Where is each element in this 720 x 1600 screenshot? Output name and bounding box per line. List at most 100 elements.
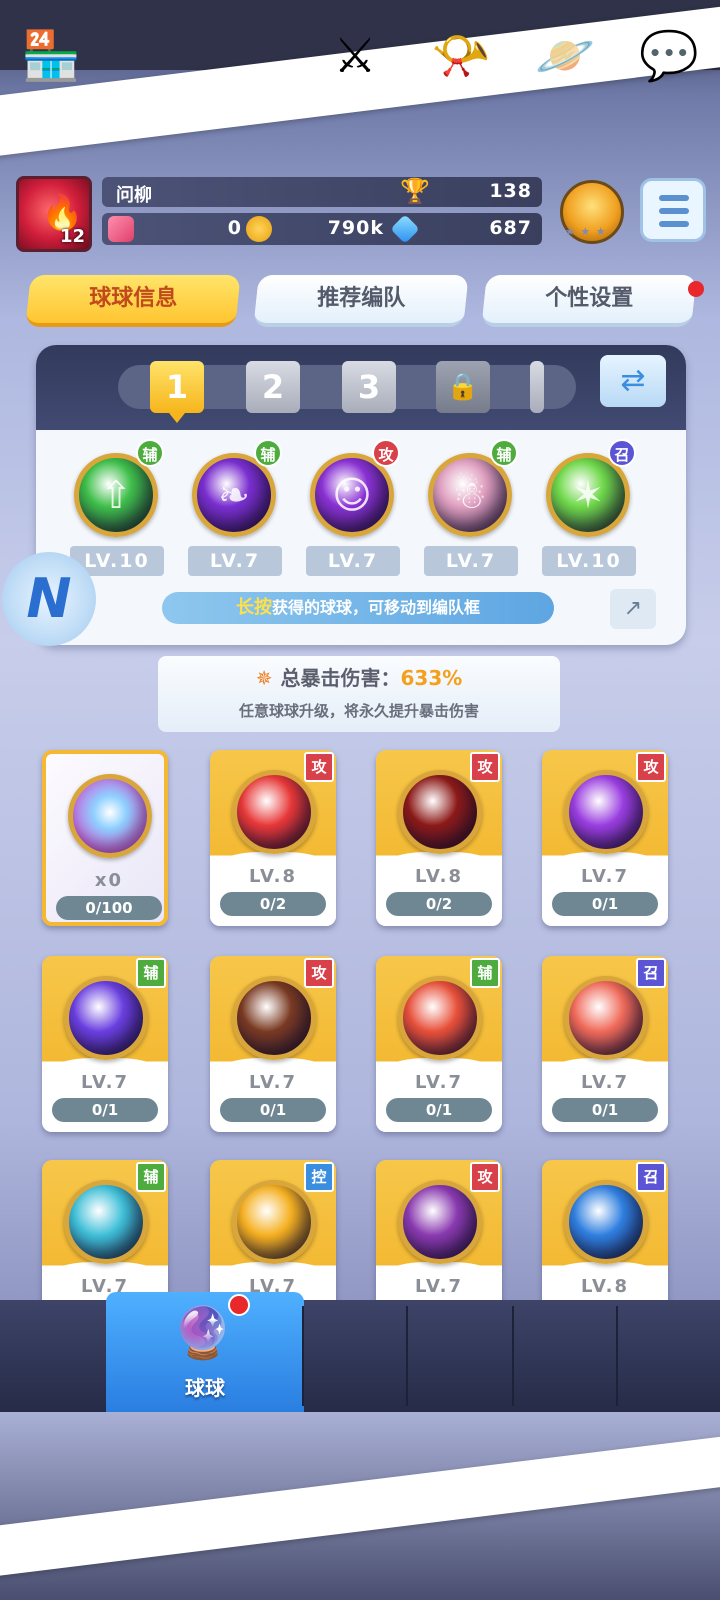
team-slot-header: 1 2 3 🔒 ⇄ — [36, 345, 686, 430]
ball-icon — [398, 976, 482, 1060]
ball-level: LV.7 — [81, 1072, 129, 1093]
shop-icon: 🏪 — [21, 28, 81, 84]
tab-recommended-team[interactable]: 推荐编队 — [253, 275, 469, 327]
share-button[interactable]: ↗ — [610, 589, 656, 629]
team-ball[interactable]: ☃ 辅 — [422, 439, 518, 537]
ball-progress: 0/100 — [56, 896, 162, 920]
player-name: 问柳 — [116, 185, 152, 206]
nav-notification-dot — [228, 1294, 250, 1316]
team-ball[interactable]: ☺ 攻 — [304, 439, 400, 537]
ticket-icon[interactable] — [108, 216, 134, 242]
team-ball-level: LV.7 — [306, 546, 400, 576]
team-slot-partial — [530, 361, 544, 413]
team-ball[interactable]: ✶ 召 — [540, 439, 636, 537]
ball-progress: 0/1 — [386, 1098, 492, 1122]
trophy-icon: 🏆 — [400, 177, 430, 205]
ball-progress: 0/1 — [52, 1098, 158, 1122]
ball-card[interactable]: 攻 LV.7 0/1 — [542, 750, 668, 926]
team-ball-level: LV.10 — [542, 546, 636, 576]
menu-button[interactable] — [640, 178, 706, 242]
menu-icon-line — [659, 221, 689, 227]
role-tag: 辅 — [136, 1162, 166, 1192]
nav-whistle[interactable]: 📯 — [410, 0, 512, 112]
crit-icon: ✵ — [255, 666, 273, 690]
swap-icon: ⇄ — [620, 363, 646, 398]
role-tag: 攻 — [304, 752, 334, 782]
ball-icon — [232, 770, 316, 854]
team-slot-locked[interactable]: 🔒 — [436, 361, 490, 413]
resource-bar: 0 790k 687 — [102, 213, 542, 245]
nav-planet[interactable]: 🪐 — [514, 0, 616, 112]
role-tag: 辅 — [470, 958, 500, 988]
player-level: 12 — [59, 226, 85, 247]
coin-value: 790k — [327, 217, 384, 239]
nav-separator — [302, 1306, 304, 1406]
ball-level: LV.7 — [415, 1276, 463, 1297]
role-tag: 辅 — [490, 439, 518, 467]
nav-shop[interactable]: 🏪 — [0, 0, 102, 112]
tab-label: 推荐编队 — [317, 286, 406, 311]
universal-ball-card[interactable]: x0 0/100 — [42, 750, 168, 926]
ball-level: LV.7 — [581, 866, 629, 887]
lock-icon: 🔒 — [446, 372, 480, 402]
hint-text: 获得的球球，可移动到编队框 — [271, 598, 480, 617]
ball-icon — [64, 1180, 148, 1264]
ball-icon — [232, 976, 316, 1060]
team-ball[interactable]: ❧ 辅 — [186, 439, 282, 537]
nav-balls-label: 球球 — [185, 1376, 225, 1400]
notification-dot — [688, 281, 704, 297]
role-tag: 辅 — [136, 958, 166, 988]
ball-level: LV.8 — [415, 866, 463, 887]
nav-chat[interactable]: 💬 — [618, 0, 720, 112]
ball-level: LV.8 — [249, 866, 297, 887]
ball-card[interactable]: 召 LV.7 0/1 — [542, 956, 668, 1132]
role-tag: 召 — [636, 958, 666, 988]
role-tag: 辅 — [136, 439, 164, 467]
ball-progress: 0/1 — [552, 1098, 658, 1122]
ball-card[interactable]: 攻 LV.8 0/2 — [210, 750, 336, 926]
team-ball-level: LV.7 — [188, 546, 282, 576]
ball-progress: 0/2 — [386, 892, 492, 916]
crit-label: 总暴击伤害： — [280, 666, 401, 690]
gem-value: 687 — [489, 217, 532, 239]
tab-personal-settings[interactable]: 个性设置 — [481, 275, 697, 327]
role-tag: 辅 — [254, 439, 282, 467]
gem-icon[interactable] — [390, 214, 420, 244]
tab-label: 球球信息 — [89, 286, 178, 311]
nav-balls[interactable]: 🔮 球球 — [106, 1292, 304, 1412]
planet-icon: 🪐 — [535, 28, 595, 84]
role-tag: 攻 — [470, 752, 500, 782]
ball-card[interactable]: 辅 LV.7 0/1 — [376, 956, 502, 1132]
chat-icon: 💬 — [639, 28, 699, 84]
ball-progress: 0/2 — [220, 892, 326, 916]
tab-label: 个性设置 — [545, 286, 634, 311]
ball-level: LV.7 — [415, 1072, 463, 1093]
ball-card[interactable]: 攻 LV.7 0/1 — [210, 956, 336, 1132]
floating-n-logo[interactable]: N — [2, 552, 96, 646]
team-slot-3[interactable]: 3 — [342, 361, 396, 413]
player-avatar[interactable]: 🔥 12 — [16, 176, 92, 252]
tab-ball-info[interactable]: 球球信息 — [25, 275, 241, 327]
ball-card[interactable]: 攻 LV.8 0/2 — [376, 750, 502, 926]
ball-count: x0 — [94, 870, 124, 891]
role-tag: 控 — [304, 1162, 334, 1192]
nav-separator — [616, 1306, 618, 1406]
ball-icon — [564, 1180, 648, 1264]
swap-button[interactable]: ⇄ — [600, 355, 666, 407]
universal-ball-icon — [68, 774, 152, 858]
ball-card[interactable]: 辅 LV.7 0/1 — [42, 956, 168, 1132]
crit-damage-panel: ✵ 总暴击伤害：633% 任意球球升级，将永久提升暴击伤害 — [158, 656, 560, 732]
team-slot-2[interactable]: 2 — [246, 361, 300, 413]
ball-progress: 0/1 — [552, 892, 658, 916]
ball-icon — [232, 1180, 316, 1264]
ball-icon — [564, 770, 648, 854]
coin-icon[interactable] — [246, 216, 272, 242]
rank-badge[interactable] — [560, 180, 624, 244]
team-ball[interactable]: ⇧ 辅 — [68, 439, 164, 537]
crit-value: 633% — [400, 666, 463, 690]
long-press-hint: 长按获得的球球，可移动到编队框 — [162, 592, 554, 624]
ball-icon — [564, 976, 648, 1060]
team-slot-1[interactable]: 1 — [150, 361, 204, 423]
nav-battle[interactable]: ⚔ — [304, 0, 406, 112]
ball-icon — [398, 1180, 482, 1264]
